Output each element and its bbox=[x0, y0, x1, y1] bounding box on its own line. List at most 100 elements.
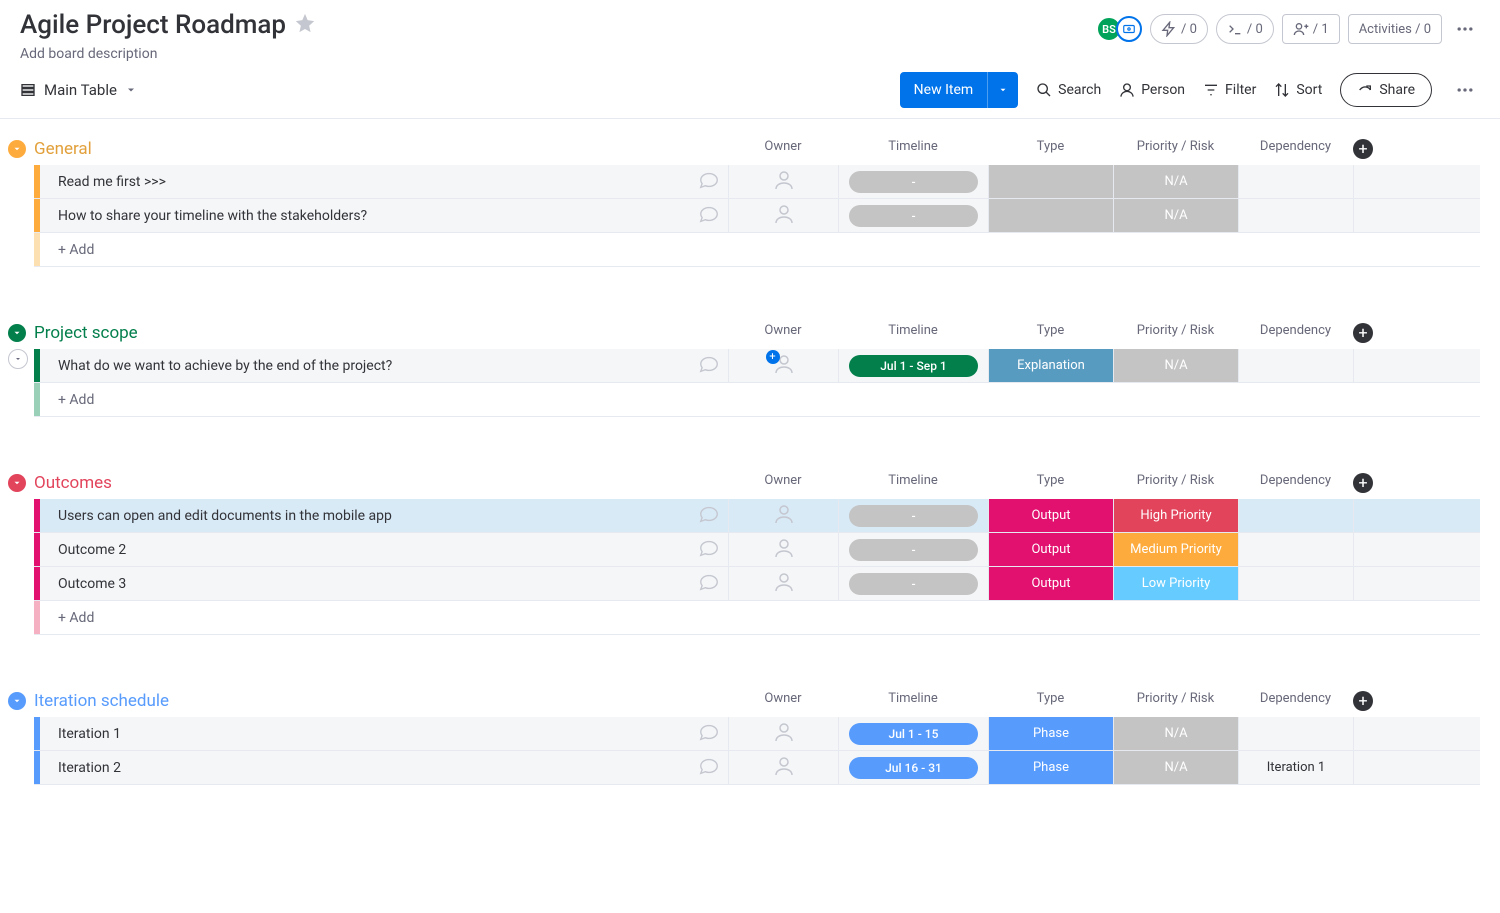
column-priority[interactable]: Priority / Risk bbox=[1113, 473, 1238, 493]
group-collapse-icon[interactable] bbox=[8, 324, 26, 342]
owner-cell[interactable] bbox=[728, 717, 838, 750]
group-collapse-icon[interactable] bbox=[8, 140, 26, 158]
avatar-stack[interactable]: BS bbox=[1102, 16, 1142, 42]
owner-icon[interactable] bbox=[772, 754, 796, 782]
column-type[interactable]: Type bbox=[988, 323, 1113, 343]
priority-cell[interactable]: N/A bbox=[1113, 717, 1238, 750]
item-name-cell[interactable]: Read me first >>> bbox=[40, 165, 728, 198]
type-cell[interactable] bbox=[988, 199, 1113, 232]
column-priority[interactable]: Priority / Risk bbox=[1113, 323, 1238, 343]
timeline-cell[interactable]: - bbox=[838, 165, 988, 198]
type-cell[interactable]: Output bbox=[988, 499, 1113, 532]
automation-pill[interactable]: / 0 bbox=[1150, 14, 1208, 44]
table-row[interactable]: Outcome 3 -OutputLow Priority bbox=[34, 567, 1480, 601]
item-name-cell[interactable]: Iteration 1 bbox=[40, 717, 728, 750]
column-owner[interactable]: Owner bbox=[728, 139, 838, 159]
dependency-cell[interactable] bbox=[1238, 533, 1353, 566]
owner-icon[interactable] bbox=[772, 720, 796, 748]
owner-icon[interactable] bbox=[772, 168, 796, 196]
conversation-icon[interactable] bbox=[698, 537, 720, 563]
column-timeline[interactable]: Timeline bbox=[838, 691, 988, 711]
group-title[interactable]: Project scope bbox=[34, 323, 138, 343]
dependency-cell[interactable] bbox=[1238, 349, 1353, 382]
timeline-cell[interactable]: Jul 1 - Sep 1 bbox=[838, 349, 988, 382]
add-item-row[interactable]: + Add bbox=[34, 233, 1480, 267]
table-row[interactable]: Read me first >>> - N/A bbox=[34, 165, 1480, 199]
dependency-cell[interactable] bbox=[1238, 499, 1353, 532]
owner-cell[interactable] bbox=[728, 751, 838, 784]
integration-pill[interactable]: / 0 bbox=[1216, 14, 1274, 44]
timeline-cell[interactable]: - bbox=[838, 499, 988, 532]
item-name-cell[interactable]: Iteration 2 bbox=[40, 751, 728, 784]
priority-cell[interactable]: N/A bbox=[1113, 165, 1238, 198]
type-cell[interactable]: Output bbox=[988, 567, 1113, 600]
dependency-cell[interactable] bbox=[1238, 567, 1353, 600]
conversation-icon[interactable] bbox=[698, 571, 720, 597]
item-name-cell[interactable]: Users can open and edit documents in the… bbox=[40, 499, 728, 532]
dependency-cell[interactable] bbox=[1238, 199, 1353, 232]
item-name-cell[interactable]: Outcome 3 bbox=[40, 567, 728, 600]
board-description[interactable]: Add board description bbox=[20, 46, 316, 62]
group-title[interactable]: General bbox=[34, 139, 92, 159]
new-item-button[interactable]: New Item bbox=[900, 72, 1019, 108]
column-dependency[interactable]: Dependency bbox=[1238, 473, 1353, 493]
owner-icon[interactable] bbox=[772, 202, 796, 230]
toolbar-menu-icon[interactable] bbox=[1450, 75, 1480, 105]
conversation-icon[interactable] bbox=[698, 203, 720, 229]
timeline-cell[interactable]: Jul 16 - 31 bbox=[838, 751, 988, 784]
conversation-icon[interactable] bbox=[698, 503, 720, 529]
owner-add-icon[interactable]: + bbox=[772, 352, 796, 380]
table-row[interactable]: Outcome 2-OutputMedium Priority bbox=[34, 533, 1480, 567]
column-timeline[interactable]: Timeline bbox=[838, 323, 988, 343]
share-button[interactable]: Share bbox=[1340, 73, 1432, 107]
column-type[interactable]: Type bbox=[988, 473, 1113, 493]
conversation-icon[interactable] bbox=[698, 721, 720, 747]
conversation-icon[interactable] bbox=[698, 169, 720, 195]
owner-cell[interactable] bbox=[728, 533, 838, 566]
board-menu-icon[interactable] bbox=[1450, 14, 1480, 44]
owner-icon[interactable] bbox=[772, 502, 796, 530]
timeline-cell[interactable]: - bbox=[838, 567, 988, 600]
item-name-cell[interactable]: Outcome 2 bbox=[40, 533, 728, 566]
add-column-button[interactable]: + bbox=[1353, 691, 1373, 711]
type-cell[interactable]: Explanation bbox=[988, 349, 1113, 382]
filter-button[interactable]: Filter bbox=[1203, 82, 1256, 98]
view-selector[interactable]: Main Table bbox=[20, 81, 137, 99]
item-name-cell[interactable]: What do we want to achieve by the end of… bbox=[40, 349, 728, 382]
conversation-icon[interactable] bbox=[698, 755, 720, 781]
column-type[interactable]: Type bbox=[988, 139, 1113, 159]
column-owner[interactable]: Owner bbox=[728, 323, 838, 343]
sort-button[interactable]: Sort bbox=[1274, 82, 1322, 98]
dependency-cell[interactable] bbox=[1238, 165, 1353, 198]
priority-cell[interactable]: Low Priority bbox=[1113, 567, 1238, 600]
priority-cell[interactable]: N/A bbox=[1113, 199, 1238, 232]
group-title[interactable]: Outcomes bbox=[34, 473, 112, 493]
subitem-toggle-icon[interactable] bbox=[8, 349, 28, 369]
search-button[interactable]: Search bbox=[1036, 82, 1101, 98]
column-dependency[interactable]: Dependency bbox=[1238, 691, 1353, 711]
column-dependency[interactable]: Dependency bbox=[1238, 323, 1353, 343]
column-timeline[interactable]: Timeline bbox=[838, 473, 988, 493]
timeline-cell[interactable]: - bbox=[838, 199, 988, 232]
timeline-cell[interactable]: Jul 1 - 15 bbox=[838, 717, 988, 750]
item-name-cell[interactable]: How to share your timeline with the stak… bbox=[40, 199, 728, 232]
table-row[interactable]: Users can open and edit documents in the… bbox=[34, 499, 1480, 533]
column-owner[interactable]: Owner bbox=[728, 473, 838, 493]
column-owner[interactable]: Owner bbox=[728, 691, 838, 711]
table-row[interactable]: What do we want to achieve by the end of… bbox=[34, 349, 1480, 383]
members-pill[interactable]: / 1 bbox=[1282, 14, 1340, 44]
add-column-button[interactable]: + bbox=[1353, 473, 1373, 493]
add-column-button[interactable]: + bbox=[1353, 139, 1373, 159]
group-collapse-icon[interactable] bbox=[8, 692, 26, 710]
add-column-button[interactable]: + bbox=[1353, 323, 1373, 343]
type-cell[interactable] bbox=[988, 165, 1113, 198]
column-dependency[interactable]: Dependency bbox=[1238, 139, 1353, 159]
owner-cell[interactable] bbox=[728, 499, 838, 532]
owner-cell[interactable]: + bbox=[728, 349, 838, 382]
dependency-cell[interactable]: Iteration 1 bbox=[1238, 751, 1353, 784]
priority-cell[interactable]: High Priority bbox=[1113, 499, 1238, 532]
type-cell[interactable]: Output bbox=[988, 533, 1113, 566]
add-item-row[interactable]: + Add bbox=[34, 383, 1480, 417]
owner-cell[interactable] bbox=[728, 567, 838, 600]
new-item-dropdown[interactable] bbox=[987, 72, 1018, 108]
